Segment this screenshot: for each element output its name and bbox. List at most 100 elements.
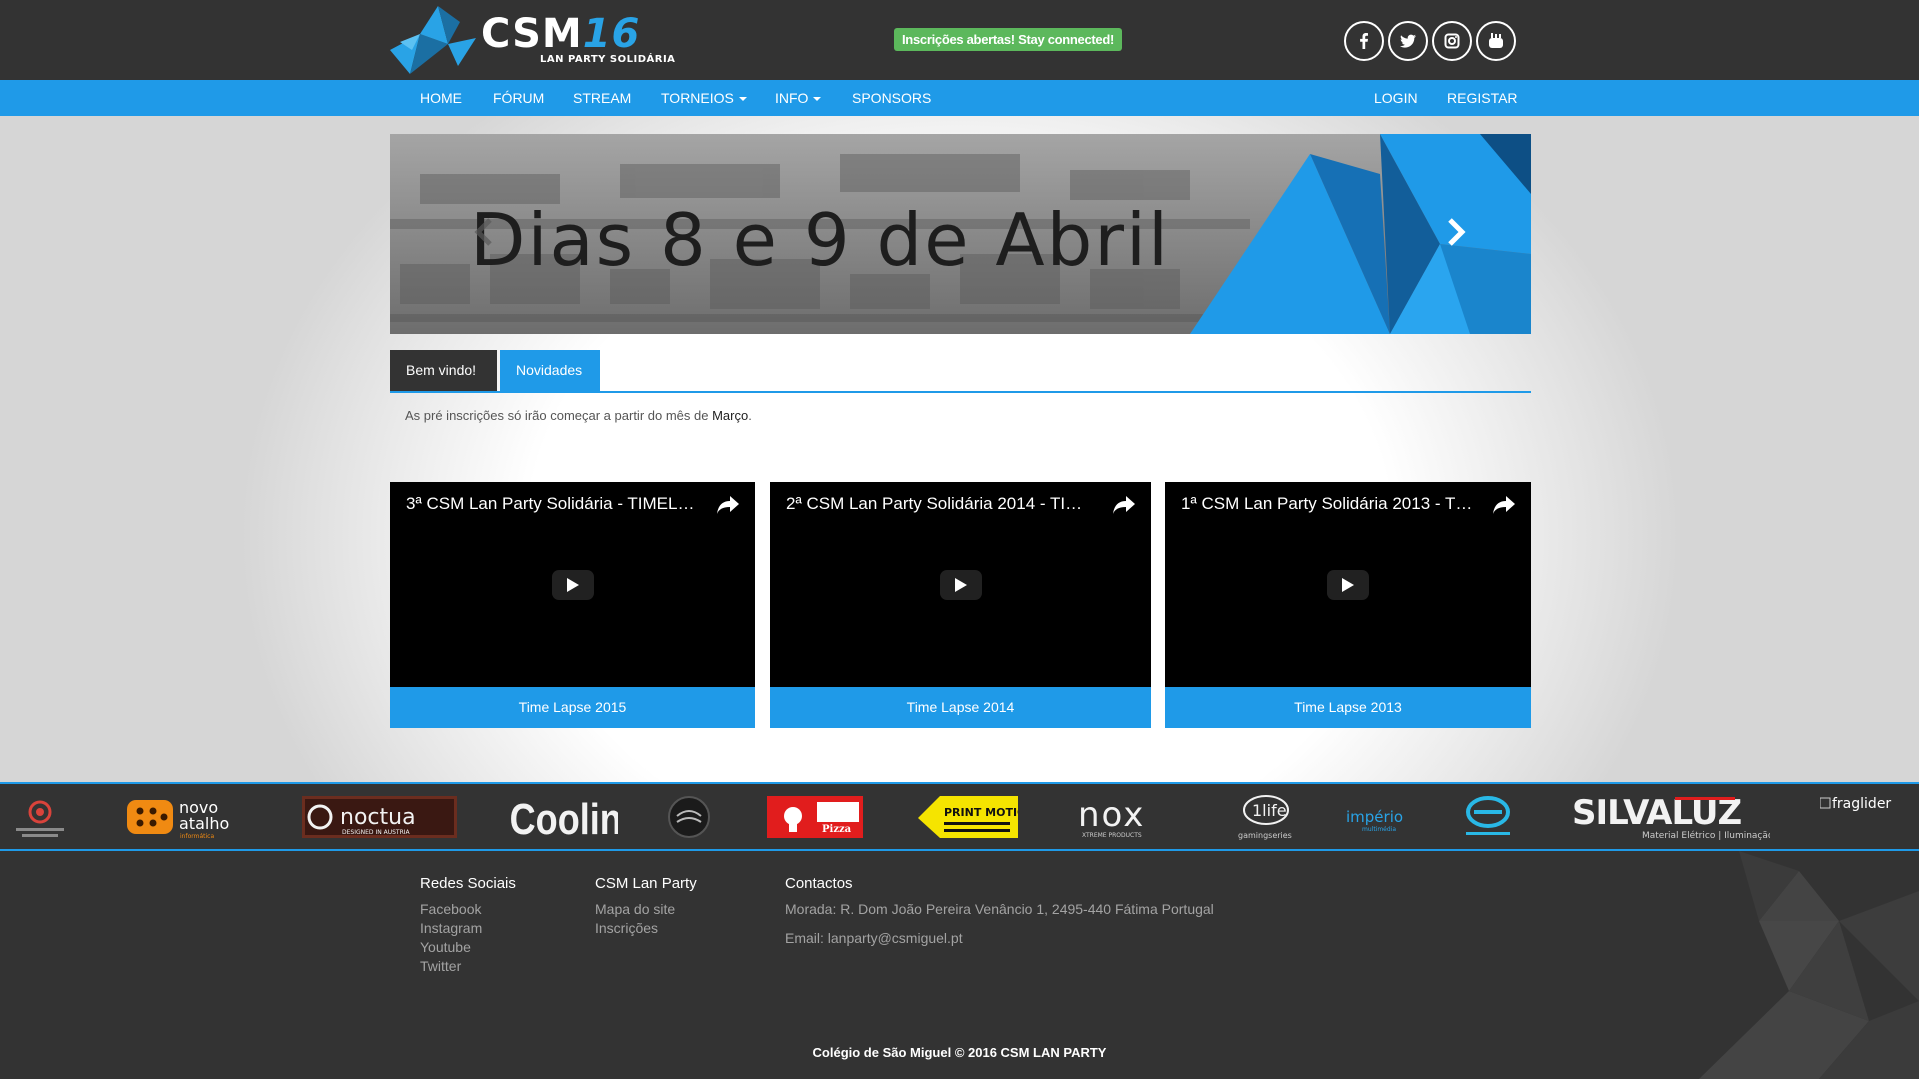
sponsor-print-motion-logo: PRINT MOTION (918, 796, 1036, 838)
sponsor-fraglider[interactable]: fraglider (1819, 792, 1916, 842)
sponsor-coolink[interactable]: Coolink (508, 792, 643, 844)
content-tabs: Bem vindo! Novidades (390, 350, 1531, 393)
site-footer: Redes Sociais Facebook Instagram Youtube… (0, 851, 1919, 1079)
tab-novidades[interactable]: Novidades (500, 350, 600, 391)
video-player[interactable]: 1ª CSM Lan Party Solidária 2013 - TIMELA… (1165, 482, 1531, 687)
footer-heading: CSM Lan Party (595, 875, 697, 892)
site-logo[interactable]: CSM16 LAN PARTY SOLIDÁRIA (388, 4, 675, 76)
nav-home[interactable]: HOME (420, 80, 462, 116)
svg-text:nox: nox (1078, 795, 1145, 835)
sponsor-novo-atalho-logo: novo atalho informática (127, 798, 229, 840)
sponsor-coolink-logo: Coolink (510, 795, 643, 844)
svg-text:informática: informática (180, 833, 214, 840)
sponsor-fatima-pizza[interactable]: Pizza (767, 792, 863, 842)
sponsor-print-motion[interactable]: PRINT MOTION (918, 792, 1036, 842)
nav-registar[interactable]: REGISTAR (1447, 80, 1518, 116)
chevron-left-icon (474, 218, 492, 246)
content-month: Março (712, 408, 749, 423)
svg-text:XTREME PRODUCTS: XTREME PRODUCTS (1082, 832, 1142, 839)
svg-text:multimédia: multimédia (1362, 826, 1396, 833)
tab-bem-vindo[interactable]: Bem vindo! (390, 350, 497, 391)
nav-info[interactable]: INFO (775, 80, 822, 116)
footer-address: Morada: R. Dom João Pereira Venâncio 1, … (785, 901, 1214, 917)
svg-text:império: império (1346, 808, 1403, 826)
sponsor-nox[interactable]: nox XTREME PRODUCTS (1076, 792, 1176, 842)
svg-text:gamingseries: gamingseries (1238, 831, 1292, 840)
share-icon[interactable] (1113, 496, 1135, 514)
sponsor-logo-community[interactable] (12, 792, 68, 842)
footer-link-instagram[interactable]: Instagram (420, 919, 516, 938)
content-prefix: As pré inscrições só irão começar a part… (405, 408, 713, 423)
nav-torneios-label: TORNEIOS (661, 90, 734, 106)
footer-email[interactable]: Email: lanparty@csmiguel.pt (785, 929, 1214, 948)
video-card: 3ª CSM Lan Party Solidária - TIMELAPSE 2… (390, 482, 755, 728)
sponsor-noctua[interactable]: noctua DESIGNED IN AUSTRIA (302, 792, 457, 842)
twitter-icon (1400, 34, 1416, 48)
footer-copyright: Colégio de São Miguel © 2016 CSM LAN PAR… (812, 1045, 1107, 1060)
video-title[interactable]: 2ª CSM Lan Party Solidária 2014 - TIMELA… (786, 494, 1095, 514)
chevron-right-icon (1448, 218, 1466, 246)
share-icon[interactable] (717, 496, 739, 514)
svg-text:DESIGNED IN AUSTRIA: DESIGNED IN AUSTRIA (342, 829, 411, 836)
social-links (1344, 21, 1516, 61)
broken-image-icon: fraglider (1819, 796, 1891, 812)
hero-carousel: Dias 8 e 9 de Abril (390, 134, 1531, 334)
footer-social-column: Redes Sociais Facebook Instagram Youtube… (420, 875, 516, 976)
play-icon (566, 578, 579, 592)
svg-text:Pizza: Pizza (822, 824, 852, 835)
registration-badge[interactable]: Inscrições abertas! Stay connected! (894, 28, 1123, 51)
logo-shards-icon (390, 6, 476, 74)
footer-link-inscricoes[interactable]: Inscrições (595, 919, 697, 938)
video-title[interactable]: 1ª CSM Lan Party Solidária 2013 - TIMELA… (1181, 494, 1475, 514)
sponsor-nox-logo: nox XTREME PRODUCTS (1078, 795, 1145, 839)
sponsor-fatima-pizza-logo: Pizza (767, 796, 863, 838)
chevron-down-icon (738, 97, 747, 102)
sponsor-novo-atalho[interactable]: novo atalho informática (125, 792, 245, 842)
sponsors-strip: novo atalho informática noctua DESIGNED … (0, 782, 1919, 851)
video-player[interactable]: 3ª CSM Lan Party Solidária - TIMELAPSE 2… (390, 482, 755, 687)
video-caption[interactable]: Time Lapse 2014 (770, 687, 1151, 728)
carousel-prev-button[interactable] (470, 212, 500, 252)
svg-text:fraglider: fraglider (1832, 796, 1891, 812)
facebook-button[interactable] (1344, 21, 1384, 61)
svg-text:noctua: noctua (340, 805, 416, 830)
nav-stream[interactable]: STREAM (573, 80, 631, 116)
svg-text:PRINT MOTION: PRINT MOTION (944, 806, 1018, 819)
play-button[interactable] (551, 570, 594, 600)
facebook-icon (1360, 33, 1368, 49)
logo-subtitle: LAN PARTY SOLIDÁRIA (540, 54, 676, 65)
footer-link-sitemap[interactable]: Mapa do site (595, 900, 697, 919)
share-icon[interactable] (1493, 496, 1515, 514)
nav-login[interactable]: LOGIN (1374, 80, 1418, 116)
twitter-button[interactable] (1388, 21, 1428, 61)
sponsor-noctua-logo: noctua DESIGNED IN AUSTRIA (302, 796, 457, 838)
footer-csm-column: CSM Lan Party Mapa do site Inscrições (595, 875, 697, 938)
nav-info-label: INFO (775, 90, 809, 106)
footer-link-youtube[interactable]: Youtube (420, 938, 516, 957)
logo-number: 16 (582, 11, 641, 57)
instagram-icon (1444, 33, 1460, 49)
video-title[interactable]: 3ª CSM Lan Party Solidária - TIMELAPSE 2… (406, 494, 699, 514)
sponsor-make-it-real[interactable] (665, 792, 713, 842)
youtube-button[interactable] (1476, 21, 1516, 61)
footer-link-twitter[interactable]: Twitter (420, 957, 516, 976)
sponsor-imperio[interactable]: império multimédia (1340, 792, 1412, 842)
sponsor-silvaluz[interactable]: SILVALUZ Material Elétrico | Iluminação (1570, 792, 1774, 842)
video-player[interactable]: 2ª CSM Lan Party Solidária 2014 - TIMELA… (770, 482, 1151, 687)
video-caption[interactable]: Time Lapse 2013 (1165, 687, 1531, 728)
video-caption[interactable]: Time Lapse 2015 (390, 687, 755, 728)
play-button[interactable] (939, 570, 982, 600)
sponsor-1life[interactable]: 1life gamingseries (1230, 792, 1302, 842)
sponsor-trigenus[interactable] (1458, 792, 1518, 842)
play-button[interactable] (1327, 570, 1369, 600)
nav-torneios[interactable]: TORNEIOS (661, 80, 747, 116)
carousel-next-button[interactable] (1440, 212, 1470, 252)
footer-link-facebook[interactable]: Facebook (420, 900, 516, 919)
logo-text: CSM16 (481, 11, 641, 57)
nav-sponsors[interactable]: SPONSORS (852, 80, 931, 116)
video-card: 1ª CSM Lan Party Solidária 2013 - TIMELA… (1165, 482, 1531, 728)
instagram-button[interactable] (1432, 21, 1472, 61)
tab-content-text: As pré inscrições só irão começar a part… (405, 408, 752, 423)
nav-forum[interactable]: FÓRUM (493, 80, 544, 116)
sponsor-silvaluz-logo: SILVALUZ Material Elétrico | Iluminação (1572, 793, 1774, 841)
